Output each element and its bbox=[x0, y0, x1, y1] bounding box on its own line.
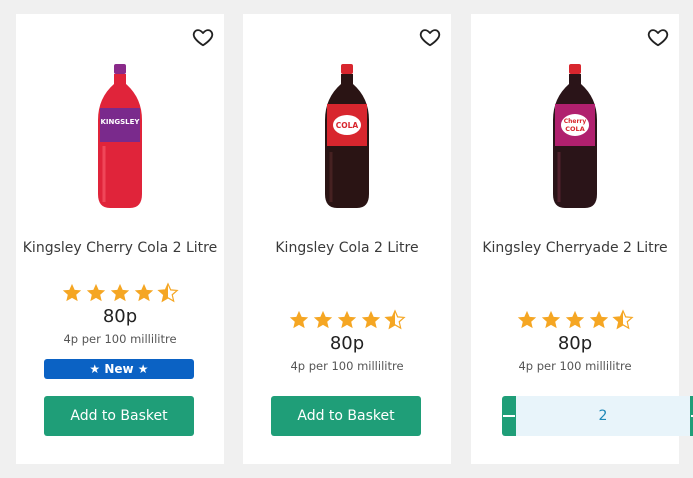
star-rating bbox=[16, 282, 224, 304]
minus-icon bbox=[503, 415, 515, 417]
product-title[interactable]: Kingsley Cherry Cola 2 Litre bbox=[16, 240, 224, 256]
star-icon bbox=[337, 310, 357, 329]
star-icon bbox=[110, 283, 130, 302]
product-image[interactable]: COLA bbox=[317, 62, 377, 212]
svg-text:COLA: COLA bbox=[565, 125, 584, 133]
star-rating bbox=[243, 309, 451, 331]
product-image[interactable]: KINGSLEY bbox=[90, 62, 150, 212]
star-icon bbox=[517, 310, 537, 329]
unit-price: 4p per 100 millilitre bbox=[518, 359, 632, 373]
add-to-basket-button[interactable]: Add to Basket bbox=[44, 396, 194, 436]
star-icon bbox=[62, 283, 82, 302]
star-icon bbox=[589, 310, 609, 329]
product-card[interactable]: Cherry COLA Kingsley Cherryade 2 Litre 8… bbox=[471, 14, 693, 464]
star-rating bbox=[471, 309, 679, 331]
unit-price: 4p per 100 millilitre bbox=[63, 332, 177, 346]
product-image[interactable]: Cherry COLA bbox=[545, 62, 605, 212]
svg-text:KINGSLEY: KINGSLEY bbox=[101, 118, 141, 126]
star-icon bbox=[289, 310, 309, 329]
quantity-stepper[interactable] bbox=[502, 396, 693, 436]
star-icon bbox=[361, 310, 381, 329]
product-price: 80p bbox=[329, 333, 365, 354]
product-card[interactable]: COLA Kingsley Cola 2 Litre 80p 4p per 10… bbox=[243, 14, 451, 464]
svg-text:Cherry: Cherry bbox=[564, 118, 587, 125]
product-title[interactable]: Kingsley Cola 2 Litre bbox=[243, 240, 451, 256]
heart-outline-icon[interactable] bbox=[647, 26, 669, 48]
product-price: 80p bbox=[102, 306, 138, 327]
quantity-input[interactable] bbox=[516, 396, 690, 436]
half-star-icon bbox=[157, 282, 179, 303]
star-icon bbox=[86, 283, 106, 302]
heart-outline-icon[interactable] bbox=[192, 26, 214, 48]
decrease-quantity-button[interactable] bbox=[502, 396, 516, 436]
unit-price: 4p per 100 millilitre bbox=[290, 359, 404, 373]
star-icon bbox=[541, 310, 561, 329]
half-star-icon bbox=[612, 309, 634, 330]
star-icon bbox=[565, 310, 585, 329]
heart-outline-icon[interactable] bbox=[419, 26, 441, 48]
star-icon bbox=[313, 310, 333, 329]
product-title[interactable]: Kingsley Cherryade 2 Litre bbox=[471, 240, 679, 256]
star-icon bbox=[134, 283, 154, 302]
product-price: 80p bbox=[557, 333, 593, 354]
svg-text:COLA: COLA bbox=[336, 121, 359, 130]
add-to-basket-button[interactable]: Add to Basket bbox=[271, 396, 421, 436]
new-badge: ★ New ★ bbox=[44, 359, 194, 379]
product-card[interactable]: KINGSLEY Kingsley Cherry Cola 2 Litre 80… bbox=[16, 14, 224, 464]
half-star-icon bbox=[384, 309, 406, 330]
